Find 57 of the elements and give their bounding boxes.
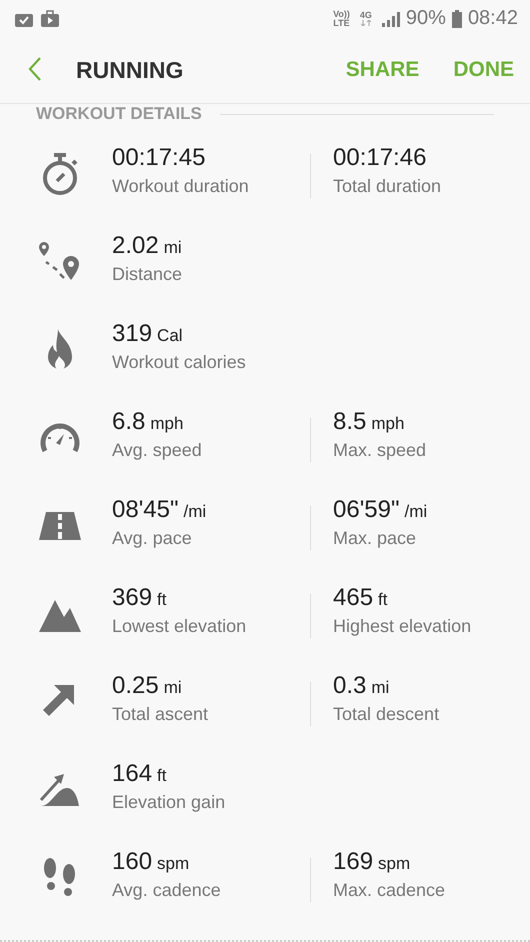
metric-label: Total descent bbox=[333, 704, 440, 725]
metric-unit: ft bbox=[157, 766, 166, 786]
metric-value: 0.3 bbox=[333, 672, 366, 700]
metric-value: 00:17:46 bbox=[333, 144, 426, 172]
metric-unit: /mi bbox=[184, 502, 206, 522]
metric-unit: spm bbox=[157, 854, 190, 874]
signal-icon bbox=[382, 10, 400, 27]
metric-label: Avg. pace bbox=[112, 528, 193, 549]
metric-value: 0.25 bbox=[112, 672, 159, 700]
metric-value: 8.5 bbox=[333, 408, 366, 436]
metric-value: 164 bbox=[112, 760, 152, 788]
metric-unit: mph bbox=[150, 414, 184, 434]
play-bag-icon bbox=[40, 10, 60, 28]
metric-label: Lowest elevation bbox=[112, 616, 248, 637]
metric-label: Elevation gain bbox=[112, 792, 226, 813]
metric-label: Max. cadence bbox=[333, 880, 446, 901]
screen-title: RUNNING bbox=[76, 56, 184, 84]
metric-unit: mph bbox=[371, 414, 404, 434]
back-icon bbox=[28, 56, 42, 82]
metric-unit: mi bbox=[164, 238, 182, 258]
metric-value: 06'59" bbox=[333, 496, 400, 524]
metric-value: 08'45" bbox=[112, 496, 178, 524]
metric-label: Avg. cadence bbox=[112, 880, 222, 901]
metric-unit: ft bbox=[157, 590, 166, 610]
metric-value: 00:17:45 bbox=[112, 144, 206, 172]
metric-label: Max. pace bbox=[333, 528, 418, 549]
metric-label: Workout duration bbox=[112, 176, 250, 197]
metric-unit: ft bbox=[378, 590, 388, 610]
lte-label: LTE bbox=[333, 18, 350, 28]
metric-unit: /mi bbox=[404, 502, 428, 522]
metric-label: Avg. speed bbox=[112, 440, 203, 461]
metric-label: Distance bbox=[112, 264, 184, 285]
data-arrows-icon bbox=[360, 20, 371, 26]
metric-value: 369 bbox=[112, 584, 152, 612]
metric-label: Total duration bbox=[333, 176, 442, 197]
volte-label: Vo)) bbox=[333, 10, 350, 19]
metric-unit: spm bbox=[378, 854, 410, 874]
metric-value: 160 bbox=[112, 848, 152, 876]
metric-unit: mi bbox=[164, 678, 182, 698]
metric-value: 2.02 bbox=[112, 232, 159, 260]
battery-icon bbox=[452, 10, 462, 28]
metric-value: 319 bbox=[112, 320, 152, 348]
done-button[interactable]: DONE bbox=[453, 54, 514, 86]
metric-value: 465 bbox=[333, 584, 374, 612]
clock: 08:42 bbox=[468, 7, 518, 30]
metric-value: 169 bbox=[333, 848, 374, 876]
metric-unit: Cal bbox=[157, 326, 183, 346]
metric-label: Workout calories bbox=[112, 352, 247, 373]
metric-unit: mi bbox=[371, 678, 390, 698]
metric-value: 6.8 bbox=[112, 408, 146, 436]
battery-percent: 90% bbox=[406, 7, 446, 30]
network-label: 4G bbox=[360, 11, 372, 20]
metric-label: Highest elevation bbox=[333, 616, 472, 637]
metric-label: Total ascent bbox=[112, 704, 210, 725]
metric-label: Max. speed bbox=[333, 440, 428, 461]
share-button[interactable]: SHARE bbox=[346, 54, 420, 86]
section-title: WORKOUT DETAILS bbox=[36, 105, 202, 124]
